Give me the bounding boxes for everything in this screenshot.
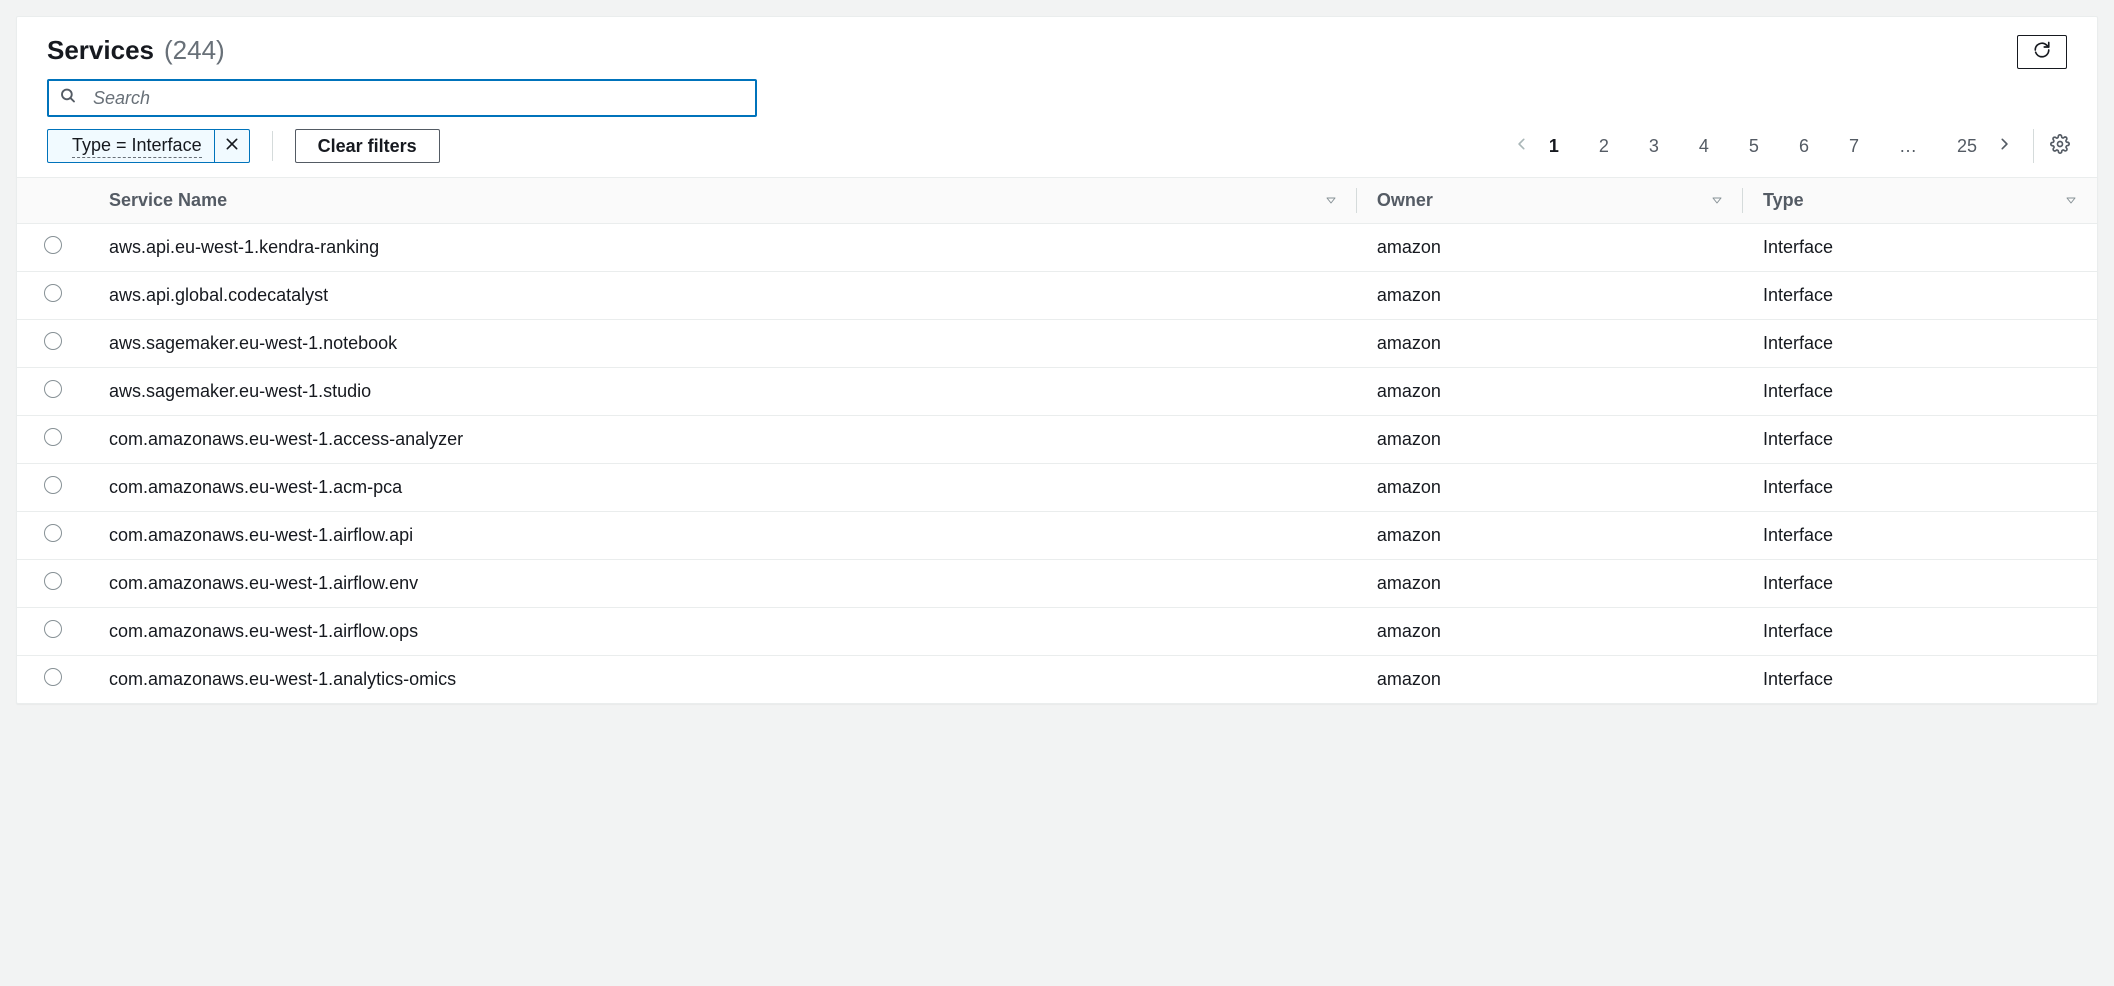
table-row: aws.sagemaker.eu-west-1.notebookamazonIn… [17,320,2097,368]
cell-type: Interface [1743,512,2097,560]
sort-icon [1711,190,1723,211]
cell-service-name: aws.sagemaker.eu-west-1.studio [89,368,1357,416]
column-label: Owner [1377,190,1433,211]
table-row: com.amazonaws.eu-west-1.airflow.envamazo… [17,560,2097,608]
gear-icon [2050,134,2070,159]
table-row: aws.api.global.codecatalystamazonInterfa… [17,272,2097,320]
page-5[interactable]: 5 [1749,136,1759,157]
cell-service-name: com.amazonaws.eu-west-1.airflow.api [89,512,1357,560]
table-row: aws.sagemaker.eu-west-1.studioamazonInte… [17,368,2097,416]
row-select-radio[interactable] [44,332,62,350]
cell-service-name: com.amazonaws.eu-west-1.analytics-omics [89,656,1357,704]
filter-chip-label: Type = Interface [72,135,202,158]
row-select-radio[interactable] [44,668,62,686]
cell-owner: amazon [1357,560,1743,608]
table-row: com.amazonaws.eu-west-1.acm-pcaamazonInt… [17,464,2097,512]
page-2[interactable]: 2 [1599,136,1609,157]
services-table: Service Name Owner [17,177,2097,703]
cell-owner: amazon [1357,656,1743,704]
column-label: Service Name [109,190,227,211]
sort-icon [2065,190,2077,211]
cell-type: Interface [1743,464,2097,512]
refresh-button[interactable] [2017,35,2067,69]
cell-owner: amazon [1357,320,1743,368]
cell-type: Interface [1743,224,2097,272]
cell-type: Interface [1743,320,2097,368]
table-settings-button[interactable] [2033,129,2067,163]
row-select-radio[interactable] [44,428,62,446]
cell-service-name: com.amazonaws.eu-west-1.airflow.ops [89,608,1357,656]
column-header-type[interactable]: Type [1743,178,2097,224]
column-header-service-name[interactable]: Service Name [89,178,1357,224]
cell-service-name: aws.api.global.codecatalyst [89,272,1357,320]
services-panel: Services (244) [16,16,2098,704]
column-select [17,178,89,224]
divider [272,131,273,161]
cell-service-name: com.amazonaws.eu-west-1.access-analyzer [89,416,1357,464]
cell-type: Interface [1743,560,2097,608]
table-row: com.amazonaws.eu-west-1.access-analyzera… [17,416,2097,464]
row-select-radio[interactable] [44,380,62,398]
cell-owner: amazon [1357,368,1743,416]
clear-filters-button[interactable]: Clear filters [295,129,440,163]
panel-count: (244) [164,35,225,66]
panel-title: Services [47,35,154,66]
table-row: com.amazonaws.eu-west-1.airflow.opsamazo… [17,608,2097,656]
cell-owner: amazon [1357,224,1743,272]
pagination: 1 2 3 4 5 6 7 … 25 [1515,135,2011,158]
filter-chip-remove[interactable] [215,130,249,162]
page-4[interactable]: 4 [1699,136,1709,157]
cell-owner: amazon [1357,272,1743,320]
cell-owner: amazon [1357,608,1743,656]
cell-service-name: aws.sagemaker.eu-west-1.notebook [89,320,1357,368]
filter-chip-type: Type = Interface [47,129,250,163]
sort-icon [1325,190,1337,211]
cell-service-name: com.amazonaws.eu-west-1.airflow.env [89,560,1357,608]
search-icon [59,87,77,110]
table-row: com.amazonaws.eu-west-1.analytics-omicsa… [17,656,2097,704]
table-row: com.amazonaws.eu-west-1.airflow.apiamazo… [17,512,2097,560]
close-icon [224,136,240,157]
cell-type: Interface [1743,416,2097,464]
chevron-right-icon [1997,135,2011,158]
page-25[interactable]: 25 [1957,136,1977,157]
page-1[interactable]: 1 [1549,136,1559,157]
pagination-ellipsis: … [1899,136,1917,157]
cell-type: Interface [1743,368,2097,416]
refresh-icon [2033,41,2051,64]
cell-service-name: com.amazonaws.eu-west-1.acm-pca [89,464,1357,512]
pagination-next[interactable] [1997,135,2011,158]
row-select-radio[interactable] [44,524,62,542]
cell-owner: amazon [1357,416,1743,464]
row-select-radio[interactable] [44,620,62,638]
row-select-radio[interactable] [44,236,62,254]
table-row: aws.api.eu-west-1.kendra-rankingamazonIn… [17,224,2097,272]
column-header-owner[interactable]: Owner [1357,178,1743,224]
cell-type: Interface [1743,608,2097,656]
cell-type: Interface [1743,656,2097,704]
row-select-radio[interactable] [44,476,62,494]
page-3[interactable]: 3 [1649,136,1659,157]
page-6[interactable]: 6 [1799,136,1809,157]
cell-owner: amazon [1357,464,1743,512]
cell-owner: amazon [1357,512,1743,560]
row-select-radio[interactable] [44,284,62,302]
cell-service-name: aws.api.eu-west-1.kendra-ranking [89,224,1357,272]
page-7[interactable]: 7 [1849,136,1859,157]
column-label: Type [1763,190,1804,211]
row-select-radio[interactable] [44,572,62,590]
search-input[interactable] [47,79,757,117]
cell-type: Interface [1743,272,2097,320]
pagination-prev[interactable] [1515,135,1529,158]
filter-chip-label-button[interactable]: Type = Interface [48,130,215,162]
chevron-left-icon [1515,135,1529,158]
